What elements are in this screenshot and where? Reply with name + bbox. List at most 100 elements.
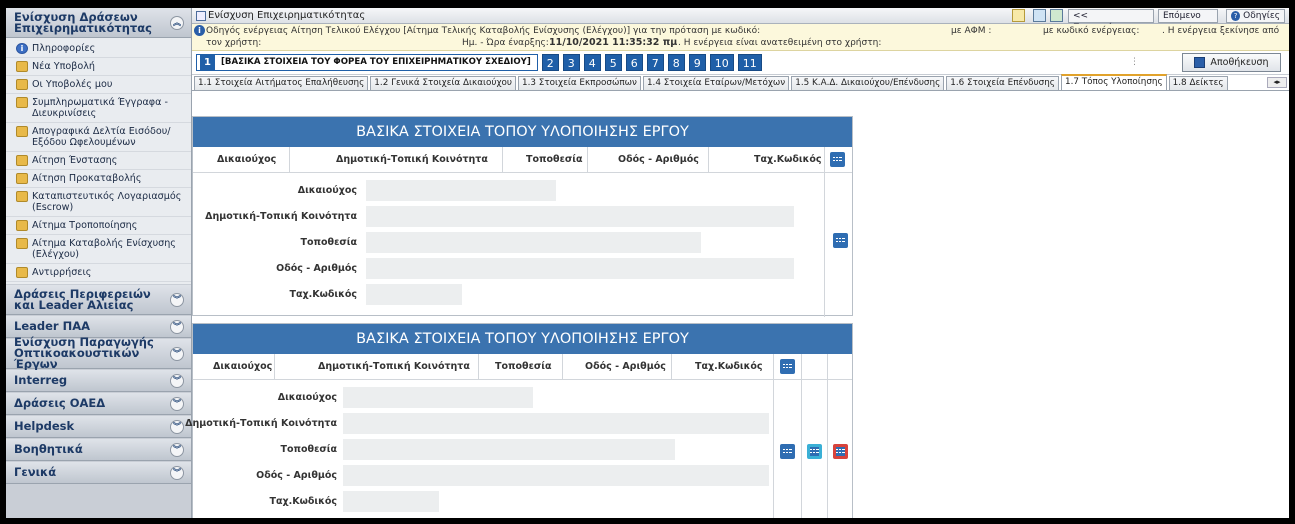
sidebar-item[interactable]: Καταπιστευτικός Λογαριασμός (Escrow): [6, 188, 191, 217]
location-field[interactable]: [366, 232, 701, 253]
sidebar-item[interactable]: Οι Υποβολές μου: [6, 76, 191, 94]
grid-icon[interactable]: [833, 233, 848, 248]
sidebar-item[interactable]: i Πληροφορίες: [6, 40, 191, 58]
step-button[interactable]: 11: [737, 54, 762, 71]
sidebar-section[interactable]: Interreg ︾: [6, 370, 191, 392]
sidebar-section-title: Leader ΠΑΑ: [14, 319, 91, 333]
tab[interactable]: 1.6 Στοιχεία Επένδυσης: [946, 76, 1059, 90]
sidebar-item[interactable]: Αίτημα Τροποποίησης: [6, 217, 191, 235]
sidebar-item-label: Απογραφικά Δελτία Εισόδου/ Εξόδου Ωφελου…: [32, 126, 171, 148]
step-button[interactable]: 2: [541, 54, 559, 71]
chevron-down-icon[interactable]: ︾: [170, 373, 184, 388]
column-headers: Δικαιούχος Δημοτική-Τοπική Κοινότητα Τοπ…: [193, 147, 852, 173]
tab[interactable]: 1.5 Κ.Α.Δ. Δικαιούχου/Επένδυσης: [791, 76, 945, 90]
sidebar-item[interactable]: Νέα Υποβολή: [6, 58, 191, 76]
field-label-postcode: Ταχ.Κωδικός: [269, 496, 338, 507]
sidebar-item[interactable]: Αίτημα Καταβολής Ενίσχυσης (Ελέγχου): [6, 235, 191, 264]
postcode-field[interactable]: [343, 491, 439, 512]
col-street: Οδός - Αριθμός: [618, 154, 699, 165]
step-button[interactable]: 7: [646, 54, 664, 71]
chevron-down-icon[interactable]: ︾: [170, 396, 184, 411]
grid-icon[interactable]: [780, 359, 795, 374]
step-button[interactable]: 10: [709, 54, 734, 71]
edit-note-icon[interactable]: [1012, 9, 1025, 22]
tab[interactable]: 1.3 Στοιχεία Εκπροσώπων: [518, 76, 641, 90]
street-field[interactable]: [343, 465, 769, 486]
sidebar-item-label: Οι Υποβολές μου: [32, 79, 113, 90]
sidebar-item-label: Αίτηση Ένστασης: [32, 155, 118, 166]
info-afm: με ΑΦΜ :: [951, 26, 992, 36]
step-button[interactable]: 6: [625, 54, 643, 71]
divider: [289, 147, 290, 173]
chevron-down-icon[interactable]: ︾: [170, 292, 184, 307]
sidebar-item[interactable]: Αίτηση Προκαταβολής: [6, 170, 191, 188]
sidebar-section-title: Δράσεις ΟΑΕΔ: [14, 396, 106, 410]
sidebar-section[interactable]: Δράσεις ΟΑΕΔ ︾: [6, 393, 191, 415]
tab[interactable]: 1.8 Δείκτες: [1168, 76, 1228, 90]
edit-icon[interactable]: [807, 444, 822, 459]
chevron-up-icon[interactable]: ︽: [170, 15, 184, 30]
sidebar-item[interactable]: Αίτηση Ένστασης: [6, 152, 191, 170]
next-button[interactable]: Επόμενο >>: [1158, 9, 1218, 33]
sidebar-section[interactable]: Ενίσχυση Παραγωγής Οπτικοακουστικών Έργω…: [6, 336, 191, 370]
tab[interactable]: 1.4 Στοιχεία Εταίρων/Μετόχων: [642, 76, 790, 90]
chevron-down-icon[interactable]: ︾: [170, 346, 184, 361]
image-icon[interactable]: [1050, 9, 1063, 22]
delete-icon[interactable]: [833, 444, 848, 459]
col-community: Δημοτική-Τοπική Κοινότητα: [318, 361, 470, 372]
sidebar-section[interactable]: Γενικά ︾: [6, 462, 191, 484]
location-panel-2: ΒΑΣΙΚΑ ΣΤΟΙΧΕΙΑ ΤΟΠΟΥ ΥΛΟΠΟΙΗΣΗΣ ΕΡΓΟΥ Δ…: [185, 323, 853, 518]
chevron-down-icon[interactable]: ︾: [170, 465, 184, 480]
grid-icon[interactable]: [830, 152, 845, 167]
sidebar-item[interactable]: Αντιρρήσεις: [6, 264, 191, 282]
info-start-label: Ημ. - Ώρα έναρξης:: [462, 38, 549, 48]
sidebar-section[interactable]: Δράσεις Περιφερειών και Leader Αλιείας ︾: [6, 285, 191, 315]
help-button[interactable]: ? Οδηγίες: [1226, 9, 1285, 23]
tab[interactable]: 1.1 Στοιχεία Αιτήματος Επαλήθευσης: [194, 76, 369, 90]
step-button[interactable]: 3: [562, 54, 580, 71]
step-button[interactable]: 4: [583, 54, 601, 71]
save-label: Αποθήκευση: [1210, 57, 1269, 68]
tab-scroll-arrows-icon[interactable]: ◂▸: [1267, 77, 1287, 88]
community-field[interactable]: [343, 413, 769, 434]
sidebar-item[interactable]: Συμπληρωματικά Έγγραφα - Διευκρινίσεις: [6, 94, 191, 123]
page-title: Ενίσχυση Επιχειρηματικότητας: [208, 10, 366, 21]
info-assigned: . Η ενέργεια είναι ανατεθειμένη στο χρήσ…: [678, 38, 882, 48]
step-number: 1: [200, 55, 215, 70]
step-button[interactable]: 8: [667, 54, 685, 71]
sidebar-section-entrepreneurship[interactable]: Ενίσχυση Δράσεων Επιχειρηματικότητας ︽: [6, 8, 191, 38]
col-community: Δημοτική-Τοπική Κοινότητα: [336, 154, 488, 165]
sidebar-item[interactable]: Απογραφικά Δελτία Εισόδου/ Εξόδου Ωφελου…: [6, 123, 191, 152]
sidebar-section[interactable]: Helpdesk ︾: [6, 416, 191, 438]
location-field[interactable]: [343, 439, 675, 460]
chevron-down-icon[interactable]: ︾: [170, 419, 184, 434]
field-label-community: Δημοτική-Τοπική Κοινότητα: [205, 211, 357, 222]
info-started: . Η ενέργεια ξεκίνησε από: [1162, 26, 1280, 36]
field-label-community: Δημοτική-Τοπική Κοινότητα: [185, 418, 337, 429]
chevron-down-icon[interactable]: ︾: [170, 442, 184, 457]
community-field[interactable]: [366, 206, 794, 227]
step-1[interactable]: 1 [ΒΑΣΙΚΑ ΣΤΟΙΧΕΙΑ ΤΟΥ ΦΟΡΕΑ ΤΟΥ ΕΠΙΧΕΙΡΗ…: [196, 54, 538, 71]
folder-icon: [16, 61, 28, 72]
divider: [827, 354, 828, 518]
divider: [587, 147, 588, 173]
col-beneficiary: Δικαιούχος: [213, 361, 273, 372]
folder-icon: [16, 173, 28, 184]
divider: [274, 354, 275, 380]
chevron-down-icon[interactable]: ︾: [170, 319, 184, 334]
step-button[interactable]: 5: [604, 54, 622, 71]
step-button[interactable]: 9: [688, 54, 706, 71]
calculator-icon[interactable]: [1033, 9, 1046, 22]
divider: [824, 147, 825, 317]
street-field[interactable]: [366, 258, 794, 279]
previous-button[interactable]: << Προηγούμενο: [1068, 9, 1154, 33]
divider: [801, 354, 802, 518]
beneficiary-field[interactable]: [366, 180, 556, 201]
beneficiary-field[interactable]: [343, 387, 533, 408]
sidebar-section[interactable]: Βοηθητικά ︾: [6, 439, 191, 461]
postcode-field[interactable]: [366, 284, 462, 305]
save-button[interactable]: Αποθήκευση: [1182, 53, 1281, 72]
tab[interactable]: 1.2 Γενικά Στοιχεία Δικαιούχου: [370, 76, 517, 90]
tab[interactable]: 1.7 Τόπος Υλοποίησης: [1060, 74, 1167, 90]
grid-icon[interactable]: [780, 444, 795, 459]
